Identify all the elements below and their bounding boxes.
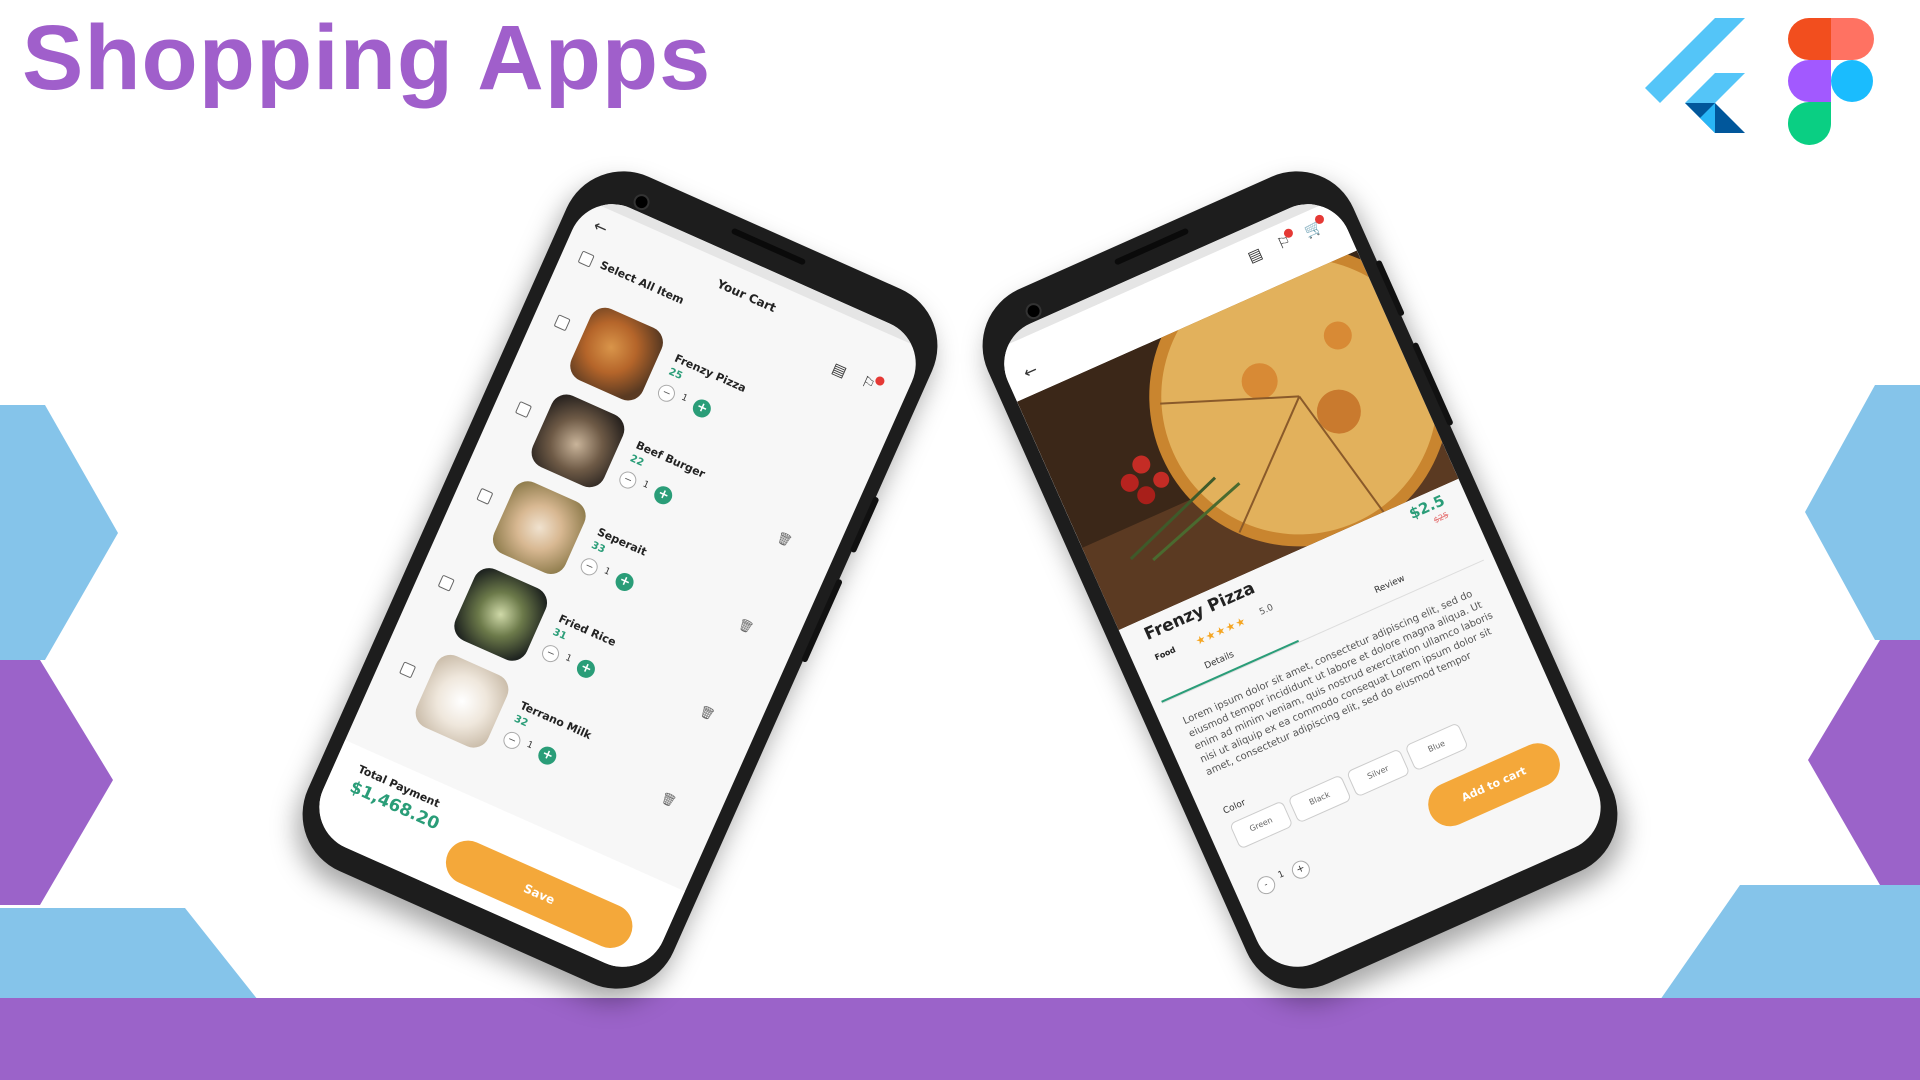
milk-image [410, 649, 514, 753]
trash-icon[interactable]: 🗑 [659, 790, 679, 809]
item-name: Terrano Milk [517, 698, 594, 743]
item-price: 32 [512, 713, 530, 730]
increase-button[interactable]: + [1289, 857, 1313, 882]
decrease-button[interactable]: − [655, 382, 678, 405]
increase-button[interactable]: + [535, 743, 560, 768]
decrease-button[interactable]: − [616, 468, 640, 492]
trash-icon[interactable]: 🗑 [736, 617, 756, 636]
color-option-blue[interactable]: Blue [1404, 722, 1469, 772]
item-checkbox[interactable] [437, 574, 455, 592]
increase-button[interactable]: + [651, 483, 676, 508]
increase-button[interactable]: + [574, 656, 598, 681]
chat-icon[interactable]: ▤ [829, 359, 849, 381]
decrease-button[interactable]: - [1254, 873, 1279, 898]
item-price: 31 [550, 626, 569, 643]
chat-icon[interactable]: ▤ [1245, 244, 1265, 266]
item-price: 33 [589, 539, 607, 556]
item-quantity: 1 [640, 479, 651, 491]
color-label: Color [1221, 797, 1248, 817]
product-category: Food [1153, 645, 1178, 663]
page-title: Shopping Apps [22, 7, 712, 109]
item-checkbox[interactable] [476, 487, 494, 505]
color-option-silver[interactable]: Silver [1346, 748, 1411, 798]
product-quantity: 1 [1276, 869, 1286, 881]
item-checkbox[interactable] [514, 400, 533, 419]
item-price: 25 [666, 366, 685, 383]
rating-value: 5.0 [1257, 602, 1276, 618]
decrease-button[interactable]: − [500, 729, 524, 752]
decrease-button[interactable]: − [577, 555, 601, 579]
item-checkbox[interactable] [553, 314, 571, 332]
item-quantity: 1 [679, 392, 689, 405]
back-arrow-icon[interactable]: ← [1020, 360, 1040, 383]
flutter-logo-icon [1645, 18, 1745, 133]
trash-icon[interactable]: 🗑 [697, 703, 717, 722]
item-quantity: 1 [602, 566, 612, 578]
bottom-band [0, 998, 1920, 1080]
decrease-button[interactable]: − [539, 642, 562, 665]
increase-button[interactable]: + [689, 396, 714, 421]
tab-review[interactable]: Review [1373, 574, 1406, 596]
item-checkbox[interactable] [398, 661, 417, 679]
item-price: 22 [628, 453, 646, 469]
trash-icon[interactable]: 🗑 [775, 530, 795, 549]
item-name: Frenzy Pizza [672, 351, 749, 395]
tab-details[interactable]: Details [1203, 650, 1236, 672]
item-quantity: 1 [563, 653, 574, 665]
decor-hexagons [0, 385, 1920, 1080]
select-all-checkbox[interactable] [577, 250, 595, 268]
color-option-black[interactable]: Black [1287, 774, 1352, 824]
figma-logo-icon [1788, 18, 1874, 145]
item-quantity: 1 [525, 739, 535, 752]
increase-button[interactable]: + [612, 570, 637, 594]
